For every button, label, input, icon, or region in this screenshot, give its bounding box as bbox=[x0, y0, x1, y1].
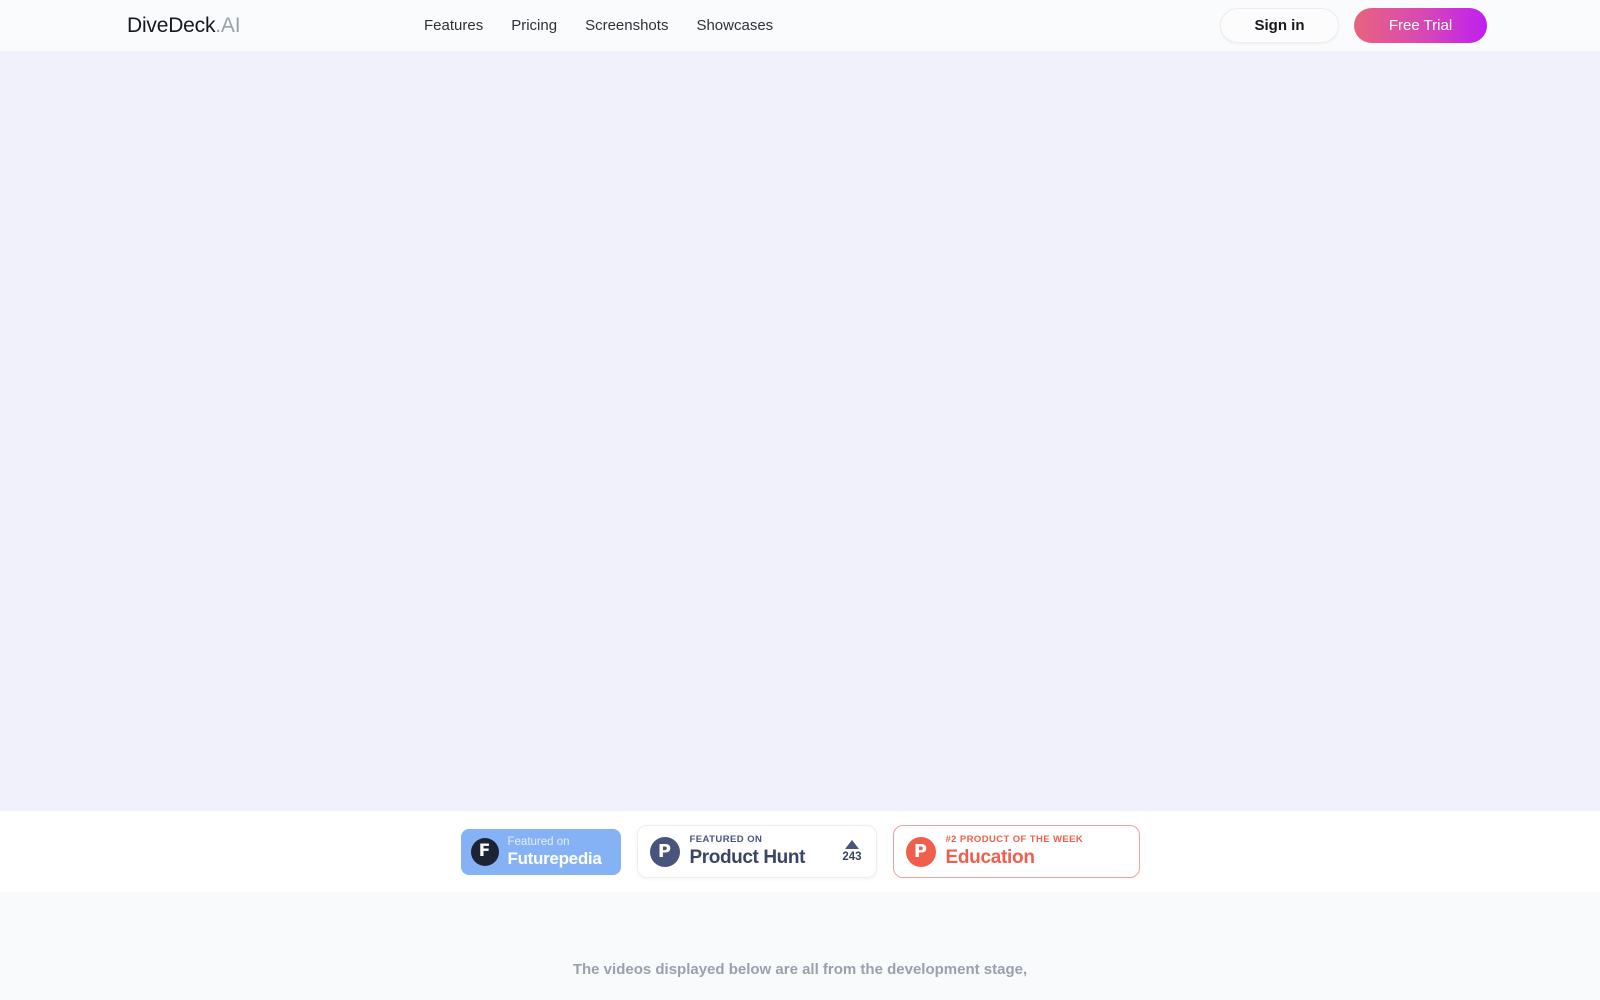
main-nav: Features Pricing Screenshots Showcases bbox=[424, 16, 773, 36]
product-hunt-logo-letter: P bbox=[657, 840, 672, 862]
badge-education[interactable]: P #2 PRODUCT OF THE WEEK Education bbox=[892, 825, 1140, 878]
badge-product-hunt[interactable]: P FEATURED ON Product Hunt 243 bbox=[636, 825, 877, 878]
product-hunt-logo-icon: P bbox=[649, 836, 680, 867]
development-stage-notice: The videos displayed below are all from … bbox=[572, 961, 1028, 978]
product-hunt-eyebrow: FEATURED ON bbox=[689, 834, 763, 845]
futurepedia-eyebrow: Featured on bbox=[507, 835, 570, 848]
badge-futurepedia[interactable]: F Featured on Futurepedia bbox=[460, 828, 621, 875]
site-header: DiveDeck.AI Features Pricing Screenshots… bbox=[0, 0, 1600, 51]
upvote-arrow-icon bbox=[844, 839, 859, 849]
free-trial-button[interactable]: Free Trial bbox=[1354, 8, 1487, 43]
product-hunt-text: FEATURED ON Product Hunt bbox=[690, 834, 833, 869]
brand-name: DiveDeck bbox=[127, 14, 216, 37]
futurepedia-logo-icon: F bbox=[470, 837, 499, 866]
hero-section bbox=[0, 51, 1600, 811]
sign-in-button[interactable]: Sign in bbox=[1220, 8, 1339, 43]
education-logo-letter: P bbox=[913, 840, 928, 862]
header-actions: Sign in Free Trial bbox=[1220, 8, 1487, 43]
education-text: #2 PRODUCT OF THE WEEK Education bbox=[946, 834, 1084, 869]
futurepedia-title: Futurepedia bbox=[507, 848, 602, 868]
futurepedia-text: Featured on Futurepedia bbox=[508, 835, 602, 869]
product-hunt-vote-count: 243 bbox=[842, 850, 862, 863]
nav-item-screenshots[interactable]: Screenshots bbox=[585, 16, 668, 36]
education-logo-icon: P bbox=[905, 836, 936, 867]
lower-section: The videos displayed below are all from … bbox=[0, 892, 1600, 1000]
education-eyebrow: #2 PRODUCT OF THE WEEK bbox=[945, 834, 1084, 845]
futurepedia-logo-letter: F bbox=[478, 841, 491, 861]
nav-item-showcases[interactable]: Showcases bbox=[696, 16, 773, 36]
product-hunt-title: Product Hunt bbox=[689, 847, 806, 868]
nav-item-pricing[interactable]: Pricing bbox=[511, 16, 557, 36]
education-title: Education bbox=[945, 847, 1035, 868]
badge-bar: F Featured on Futurepedia P FEATURED ON … bbox=[0, 811, 1600, 892]
product-hunt-upvote[interactable]: 243 bbox=[842, 839, 863, 864]
brand-suffix: .AI bbox=[215, 14, 241, 37]
page-root: DiveDeck.AI Features Pricing Screenshots… bbox=[0, 0, 1600, 1000]
brand-logo[interactable]: DiveDeck.AI bbox=[127, 13, 241, 39]
nav-item-features[interactable]: Features bbox=[424, 16, 483, 36]
